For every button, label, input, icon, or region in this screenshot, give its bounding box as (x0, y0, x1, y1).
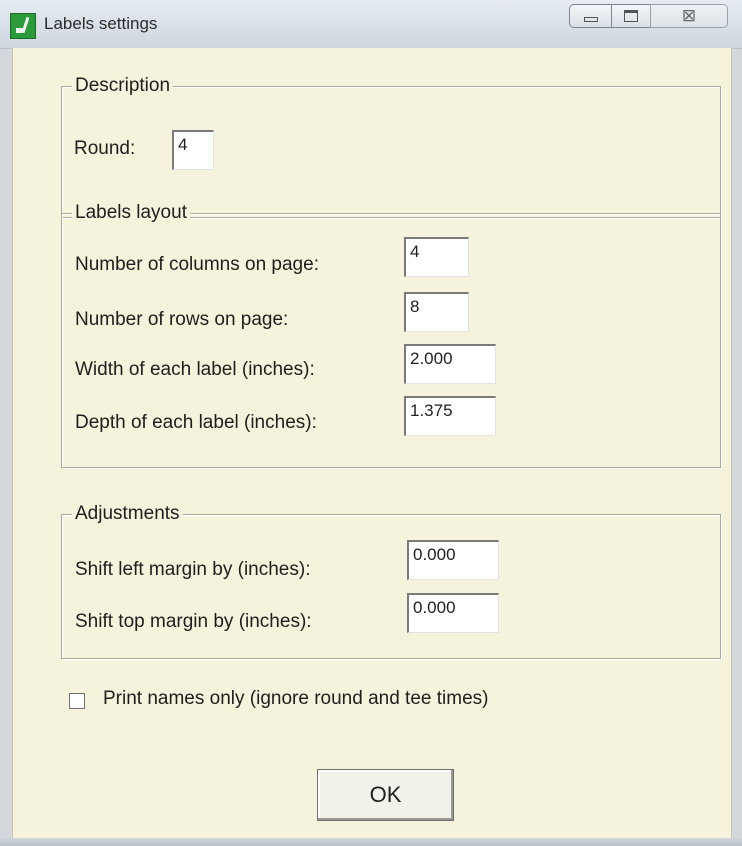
description-legend: Description (72, 75, 174, 97)
rows-input[interactable]: 8 (404, 292, 469, 332)
minimize-button[interactable] (569, 4, 612, 28)
ok-button[interactable]: OK (317, 769, 454, 821)
adjustments-legend: Adjustments (72, 503, 183, 525)
window-title: Labels settings (44, 14, 158, 33)
left-margin-label: Shift left margin by (inches): (75, 559, 311, 580)
adjustments-group: Adjustments Shift left margin by (inches… (61, 503, 721, 659)
dialog-client-area: Description Round: 4 Labels layout Numbe… (12, 48, 732, 838)
width-label: Width of each label (inches): (75, 359, 315, 380)
labels-settings-window: Labels settings ⊠ Description Round: 4 L… (0, 0, 742, 846)
round-label: Round: (74, 138, 136, 159)
columns-label: Number of columns on page: (75, 254, 319, 275)
app-icon (10, 13, 36, 39)
maximize-button[interactable] (611, 4, 651, 28)
left-margin-input[interactable]: 0.000 (407, 540, 499, 580)
print-names-only-label[interactable]: Print names only (ignore round and tee t… (103, 688, 488, 710)
close-button[interactable]: ⊠ (650, 4, 728, 28)
width-input[interactable]: 2.000 (404, 344, 496, 384)
maximize-icon (624, 10, 638, 22)
print-names-only-checkbox[interactable] (69, 693, 85, 709)
depth-input[interactable]: 1.375 (404, 396, 496, 436)
depth-label: Depth of each label (inches): (75, 412, 317, 433)
labels-layout-legend: Labels layout (72, 202, 190, 224)
close-icon: ⊠ (681, 6, 697, 25)
window-bottom-border (0, 838, 742, 846)
labels-layout-group: Labels layout Number of columns on page:… (61, 202, 721, 468)
top-margin-input[interactable]: 0.000 (407, 593, 499, 633)
minimize-icon (583, 17, 598, 22)
description-group: Description Round: 4 (61, 75, 721, 218)
title-bar[interactable]: Labels settings ⊠ (0, 0, 742, 49)
columns-input[interactable]: 4 (404, 237, 469, 277)
rows-label: Number of rows on page: (75, 309, 289, 330)
top-margin-label: Shift top margin by (inches): (75, 611, 312, 632)
round-input[interactable]: 4 (172, 130, 214, 170)
